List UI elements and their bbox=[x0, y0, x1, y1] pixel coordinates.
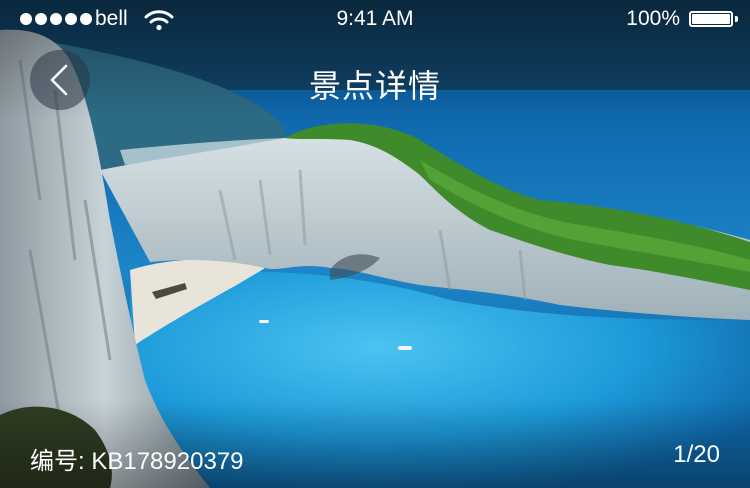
attraction-code: 编号: KB178920379 bbox=[30, 441, 244, 476]
screen: bell 9:41 AM 100% 景点详情 编号: KB178920379 1… bbox=[0, 0, 750, 488]
photo-pager: 1/20 bbox=[673, 441, 720, 468]
battery-icon bbox=[689, 11, 733, 27]
status-bar: bell 9:41 AM 100% bbox=[0, 0, 750, 40]
battery-cap bbox=[735, 16, 738, 22]
battery-percentage: 100% bbox=[626, 7, 680, 30]
battery-level bbox=[692, 14, 730, 24]
page-title: 景点详情 bbox=[308, 68, 441, 104]
code-label: 编号: bbox=[30, 448, 85, 475]
code-value: KB178920379 bbox=[91, 448, 244, 475]
